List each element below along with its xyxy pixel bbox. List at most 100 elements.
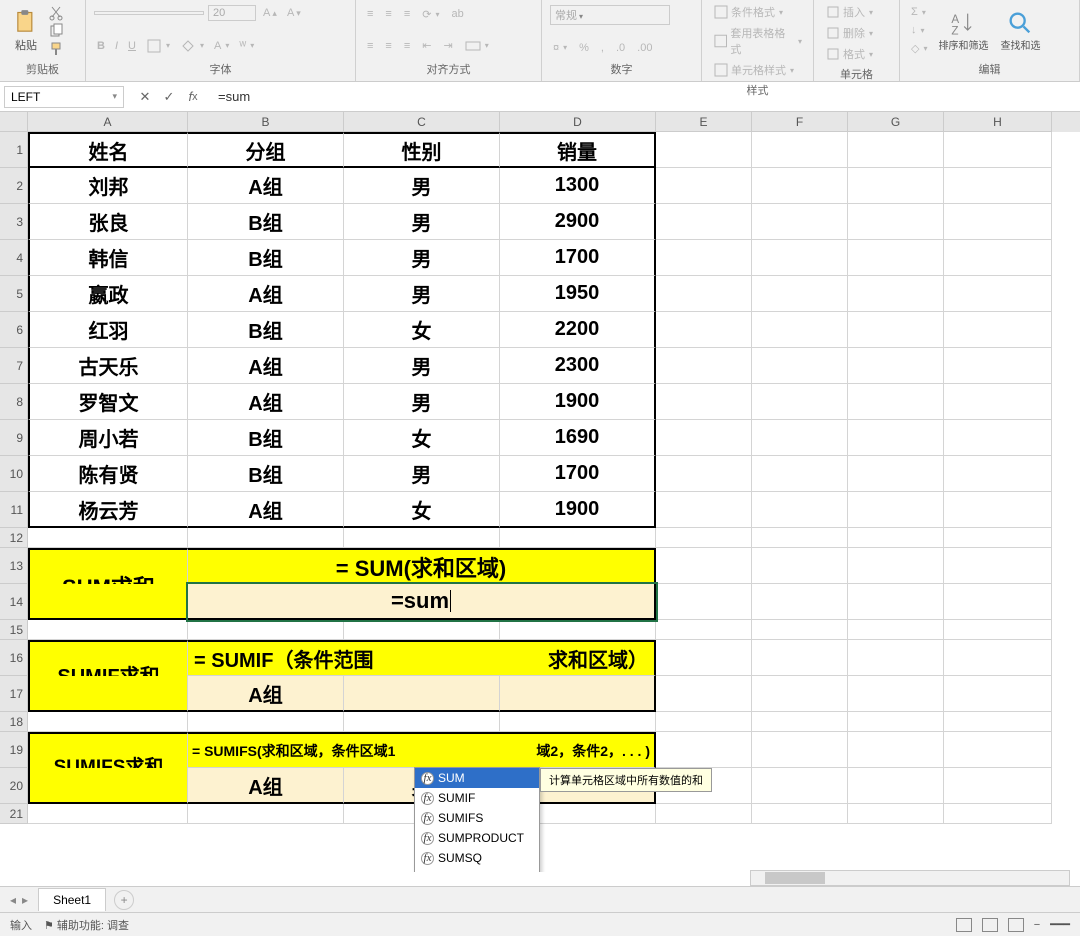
- format-button[interactable]: 格式: [822, 44, 876, 64]
- cell[interactable]: 男: [344, 204, 500, 240]
- cell[interactable]: 男: [344, 276, 500, 312]
- cell[interactable]: 1700: [500, 456, 656, 492]
- cell[interactable]: = SUMIFS(求和区域，条件区域1: [188, 732, 448, 768]
- cell[interactable]: 1900: [500, 384, 656, 420]
- cell[interactable]: [188, 804, 344, 824]
- cell[interactable]: 周小若: [28, 420, 188, 456]
- cell[interactable]: [944, 640, 1052, 676]
- find-select-button[interactable]: 查找和选: [996, 7, 1044, 54]
- cell[interactable]: [752, 676, 848, 712]
- row-header[interactable]: 8: [0, 384, 28, 420]
- scroll-thumb[interactable]: [765, 872, 825, 884]
- cell[interactable]: [848, 276, 944, 312]
- cell[interactable]: [752, 348, 848, 384]
- col-header[interactable]: E: [656, 112, 752, 132]
- cell[interactable]: [656, 804, 752, 824]
- cell[interactable]: [656, 620, 752, 640]
- percent-button[interactable]: %: [576, 40, 592, 56]
- align-right-button[interactable]: ≡: [401, 36, 413, 56]
- cell[interactable]: [848, 348, 944, 384]
- cell[interactable]: [944, 132, 1052, 168]
- cell[interactable]: [28, 676, 188, 712]
- cell[interactable]: [188, 620, 344, 640]
- cell[interactable]: 男: [344, 348, 500, 384]
- cell[interactable]: [848, 528, 944, 548]
- cell[interactable]: [656, 312, 752, 348]
- cell[interactable]: 嬴政: [28, 276, 188, 312]
- cell[interactable]: [752, 732, 848, 768]
- tab-prev-icon[interactable]: ▸: [22, 893, 28, 907]
- cell[interactable]: SUM求和: [28, 548, 188, 584]
- cell[interactable]: 1700: [500, 240, 656, 276]
- autocomplete-item[interactable]: fxSUMIFS: [415, 808, 539, 828]
- conditional-format-button[interactable]: 条件格式: [710, 2, 805, 22]
- align-bottom-button[interactable]: ≡: [401, 6, 413, 22]
- cell[interactable]: [656, 168, 752, 204]
- row-header[interactable]: 16: [0, 640, 28, 676]
- cell[interactable]: 1900: [500, 492, 656, 528]
- cell[interactable]: [752, 384, 848, 420]
- cell[interactable]: [752, 276, 848, 312]
- cell[interactable]: [944, 240, 1052, 276]
- increase-font-button[interactable]: A▴: [260, 5, 280, 21]
- cut-icon[interactable]: [48, 5, 64, 21]
- accessibility-status[interactable]: ⚑ 辅助功能: 调查: [44, 917, 129, 933]
- table-format-button[interactable]: 套用表格格式: [710, 23, 805, 59]
- cell[interactable]: [656, 240, 752, 276]
- cell[interactable]: [500, 528, 656, 548]
- cell[interactable]: B组: [188, 456, 344, 492]
- cell[interactable]: [752, 456, 848, 492]
- cell[interactable]: [752, 132, 848, 168]
- cell[interactable]: B组: [188, 240, 344, 276]
- cell[interactable]: [752, 548, 848, 584]
- cell[interactable]: [752, 712, 848, 732]
- cell[interactable]: [944, 312, 1052, 348]
- cell[interactable]: [848, 204, 944, 240]
- cell[interactable]: 韩信: [28, 240, 188, 276]
- comma-button[interactable]: ,: [598, 40, 607, 56]
- cell[interactable]: 性别: [344, 132, 500, 168]
- cell[interactable]: [28, 620, 188, 640]
- horizontal-scrollbar[interactable]: [750, 870, 1070, 886]
- row-header[interactable]: 21: [0, 804, 28, 824]
- cell[interactable]: SUMIF求和: [28, 640, 188, 676]
- normal-view-icon[interactable]: [956, 918, 972, 932]
- indent-right-button[interactable]: ⇥: [440, 36, 455, 56]
- cell[interactable]: [500, 712, 656, 732]
- col-header[interactable]: D: [500, 112, 656, 132]
- align-left-button[interactable]: ≡: [364, 36, 376, 56]
- cell[interactable]: 2300: [500, 348, 656, 384]
- add-sheet-button[interactable]: +: [114, 890, 134, 910]
- cell[interactable]: 销量: [500, 132, 656, 168]
- number-format-combo[interactable]: 常规: [550, 5, 670, 25]
- cell[interactable]: [656, 640, 752, 676]
- insert-function-button[interactable]: fx: [182, 86, 204, 108]
- align-middle-button[interactable]: ≡: [382, 6, 394, 22]
- row-header[interactable]: 2: [0, 168, 28, 204]
- row-header[interactable]: 4: [0, 240, 28, 276]
- cell[interactable]: [848, 492, 944, 528]
- underline-button[interactable]: U: [125, 36, 139, 56]
- bold-button[interactable]: B: [94, 36, 108, 56]
- cell[interactable]: 女: [344, 492, 500, 528]
- cell[interactable]: 男: [344, 240, 500, 276]
- cell[interactable]: [656, 676, 752, 712]
- font-family-combo[interactable]: [94, 11, 204, 15]
- name-box[interactable]: LEFT ▾: [4, 86, 124, 108]
- cell[interactable]: 张良: [28, 204, 188, 240]
- currency-button[interactable]: ¤: [550, 40, 570, 56]
- orientation-button[interactable]: ⟳: [419, 6, 442, 23]
- row-header[interactable]: 7: [0, 348, 28, 384]
- align-center-button[interactable]: ≡: [382, 36, 394, 56]
- cell[interactable]: [944, 804, 1052, 824]
- cell[interactable]: [752, 620, 848, 640]
- cell[interactable]: [848, 168, 944, 204]
- cell[interactable]: B组: [188, 420, 344, 456]
- cell[interactable]: 罗智文: [28, 384, 188, 420]
- format-painter-icon[interactable]: [48, 41, 64, 57]
- cell[interactable]: 域2，条件2，. . . ): [448, 732, 656, 768]
- cell[interactable]: [188, 528, 344, 548]
- cell[interactable]: [344, 528, 500, 548]
- row-header[interactable]: 20: [0, 768, 28, 804]
- cell[interactable]: [848, 132, 944, 168]
